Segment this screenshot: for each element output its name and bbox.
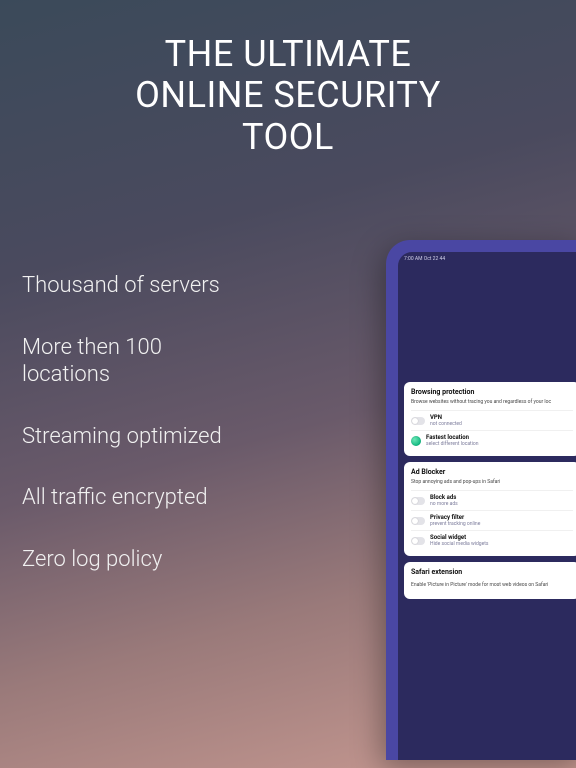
feature-item: Thousand of servers — [22, 272, 222, 300]
social-widget-row[interactable]: Social widget Hide social media widgets — [411, 530, 573, 550]
globe-icon — [411, 436, 421, 446]
fastest-location-row[interactable]: Fastest location select different locati… — [411, 430, 573, 450]
feature-list: Thousand of servers More then 100 locati… — [22, 272, 222, 607]
app-header-area — [398, 262, 576, 382]
vpn-subtitle: not connected — [430, 421, 462, 427]
ad-blocker-card: Ad Blocker Stop annoying ads and pop-ups… — [404, 462, 576, 556]
card-subtitle: Enable 'Picture in Picture' mode for mos… — [411, 582, 573, 588]
privacy-filter-subtitle: prevent tracking online — [430, 521, 480, 527]
social-widget-subtitle: Hide social media widgets — [430, 541, 488, 547]
fastest-location-subtitle: select different location — [426, 441, 479, 447]
fastest-location-title: Fastest location — [426, 434, 479, 441]
card-subtitle: Browse websites without tracing you and … — [411, 399, 573, 405]
block-ads-toggle[interactable] — [411, 497, 425, 505]
safari-extension-card: Safari extension Enable 'Picture in Pict… — [404, 562, 576, 599]
headline: THE ULTIMATE ONLINE SECURITY TOOL — [0, 34, 576, 158]
headline-line-3: TOOL — [0, 117, 576, 158]
card-title: Safari extension — [411, 568, 573, 576]
vpn-title: VPN — [430, 414, 462, 421]
statusbar: 7:00 AM Oct 22 44 — [398, 252, 576, 262]
block-ads-subtitle: no more ads — [430, 501, 458, 507]
cards-container: Browsing protection Browse websites with… — [398, 382, 576, 599]
headline-line-1: THE ULTIMATE — [0, 34, 576, 75]
headline-line-2: ONLINE SECURITY — [0, 75, 576, 116]
block-ads-title: Block ads — [430, 494, 458, 501]
block-ads-row[interactable]: Block ads no more ads — [411, 490, 573, 510]
feature-item: Zero log policy — [22, 546, 222, 574]
promo-stage: THE ULTIMATE ONLINE SECURITY TOOL Thousa… — [0, 0, 576, 768]
social-widget-title: Social widget — [430, 534, 488, 541]
browsing-protection-card: Browsing protection Browse websites with… — [404, 382, 576, 456]
vpn-row[interactable]: VPN not connected — [411, 410, 573, 430]
privacy-filter-toggle[interactable] — [411, 517, 425, 525]
card-subtitle: Stop annoying ads and pop-ups in Safari — [411, 479, 573, 485]
feature-item: Streaming optimized — [22, 423, 222, 451]
tablet-screen: 7:00 AM Oct 22 44 Browsing protection Br… — [398, 252, 576, 760]
privacy-filter-row[interactable]: Privacy filter prevent tracking online — [411, 510, 573, 530]
card-title: Ad Blocker — [411, 468, 573, 476]
vpn-toggle[interactable] — [411, 417, 425, 425]
feature-item: More then 100 locations — [22, 334, 212, 389]
social-widget-toggle[interactable] — [411, 537, 425, 545]
card-title: Browsing protection — [411, 388, 573, 396]
privacy-filter-title: Privacy filter — [430, 514, 480, 521]
feature-item: All traffic encrypted — [22, 484, 222, 512]
tablet-frame: 7:00 AM Oct 22 44 Browsing protection Br… — [386, 240, 576, 760]
